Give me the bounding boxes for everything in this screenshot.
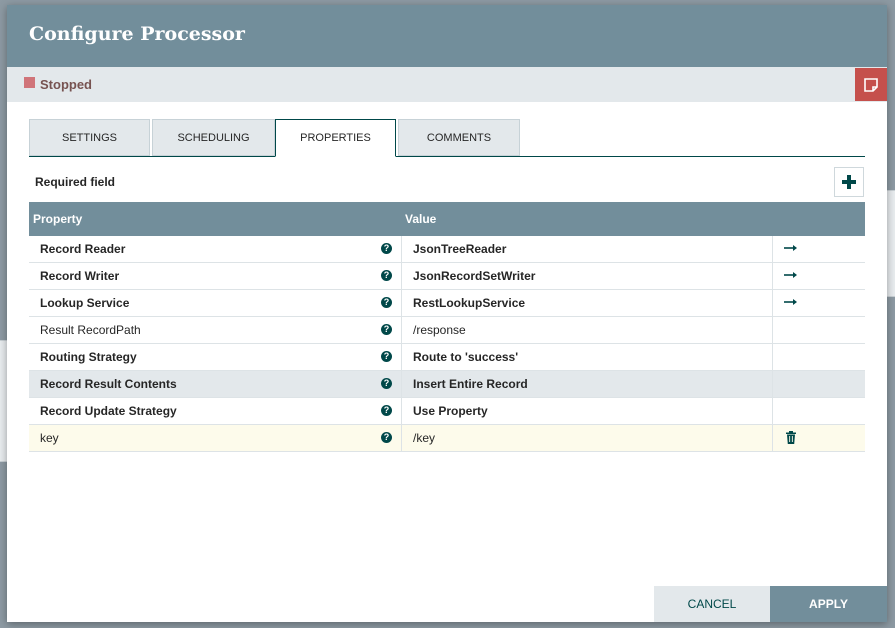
column-divider: [772, 317, 773, 343]
arrow-right-icon[interactable]: [783, 268, 799, 282]
property-value[interactable]: Insert Entire Record: [413, 371, 763, 397]
question-circle-icon[interactable]: ?: [381, 378, 392, 389]
column-divider: [401, 398, 402, 424]
table-row[interactable]: Record Reader ? JsonTreeReader: [29, 236, 865, 263]
cancel-button[interactable]: CANCEL: [654, 586, 770, 622]
property-value[interactable]: RestLookupService: [413, 290, 763, 316]
question-circle-icon[interactable]: ?: [381, 243, 392, 254]
property-value[interactable]: Route to 'success': [413, 344, 763, 370]
arrow-right-icon[interactable]: [783, 241, 799, 255]
tab-settings[interactable]: SETTINGS: [29, 119, 150, 156]
table-header: Property Value: [29, 202, 865, 236]
column-divider: [772, 398, 773, 424]
stopped-icon: [24, 77, 35, 88]
column-header-value[interactable]: Value: [405, 212, 436, 226]
status-bar: Stopped: [7, 67, 887, 102]
column-divider: [772, 425, 773, 451]
table-row[interactable]: key ? /key: [29, 425, 865, 452]
tab-properties[interactable]: PROPERTIES: [275, 119, 396, 157]
table-row[interactable]: Lookup Service ? RestLookupService: [29, 290, 865, 317]
sticky-note-icon: [864, 77, 878, 92]
column-divider: [401, 290, 402, 316]
properties-table: Property Value Record Reader ? JsonTreeR…: [29, 202, 865, 452]
notes-button[interactable]: [855, 68, 887, 101]
column-divider: [772, 236, 773, 262]
tab-bar: SETTINGS SCHEDULING PROPERTIES COMMENTS: [29, 119, 865, 157]
question-circle-icon[interactable]: ?: [381, 297, 392, 308]
property-name: Record Result Contents: [40, 377, 177, 391]
property-value[interactable]: /response: [413, 317, 763, 343]
question-circle-icon[interactable]: ?: [381, 405, 392, 416]
table-row[interactable]: Record Result Contents ? Insert Entire R…: [29, 371, 865, 398]
property-name: Record Reader: [40, 242, 126, 256]
column-divider: [401, 236, 402, 262]
background-card: [886, 190, 895, 297]
column-divider: [772, 344, 773, 370]
property-name: Record Update Strategy: [40, 404, 177, 418]
column-header-property[interactable]: Property: [33, 212, 82, 226]
plus-icon: [842, 175, 856, 189]
property-value[interactable]: Use Property: [413, 398, 763, 424]
add-property-button[interactable]: [834, 167, 864, 197]
question-circle-icon[interactable]: ?: [381, 270, 392, 281]
question-circle-icon[interactable]: ?: [381, 324, 392, 335]
question-circle-icon[interactable]: ?: [381, 351, 392, 362]
question-circle-icon[interactable]: ?: [381, 432, 392, 443]
required-field-label: Required field: [35, 175, 116, 189]
column-divider: [401, 344, 402, 370]
table-row[interactable]: Routing Strategy ? Route to 'success': [29, 344, 865, 371]
configure-processor-dialog: Configure Processor Stopped SETTINGS SCH…: [7, 5, 887, 622]
property-name: Result RecordPath: [40, 323, 141, 337]
apply-button[interactable]: APPLY: [770, 586, 887, 622]
property-name: Lookup Service: [40, 296, 130, 310]
property-value[interactable]: /key: [413, 425, 763, 451]
column-divider: [401, 425, 402, 451]
dialog-header: Configure Processor: [7, 5, 887, 67]
tab-scheduling[interactable]: SCHEDULING: [152, 119, 275, 156]
arrow-right-icon[interactable]: [783, 295, 799, 309]
property-name: key: [40, 431, 59, 445]
property-name: Record Writer: [40, 269, 120, 283]
tab-comments[interactable]: COMMENTS: [398, 119, 520, 156]
table-row[interactable]: Result RecordPath ? /response: [29, 317, 865, 344]
status-text: Stopped: [40, 77, 92, 92]
column-divider: [772, 371, 773, 397]
column-divider: [401, 263, 402, 289]
column-divider: [772, 263, 773, 289]
column-divider: [772, 290, 773, 316]
dialog-title: Configure Processor: [29, 23, 245, 45]
property-name: Routing Strategy: [40, 350, 137, 364]
table-row[interactable]: Record Update Strategy ? Use Property: [29, 398, 865, 425]
column-divider: [401, 371, 402, 397]
table-row[interactable]: Record Writer ? JsonRecordSetWriter: [29, 263, 865, 290]
column-divider: [401, 317, 402, 343]
trash-icon[interactable]: [785, 431, 797, 444]
property-value[interactable]: JsonRecordSetWriter: [413, 263, 763, 289]
property-value[interactable]: JsonTreeReader: [413, 236, 763, 262]
